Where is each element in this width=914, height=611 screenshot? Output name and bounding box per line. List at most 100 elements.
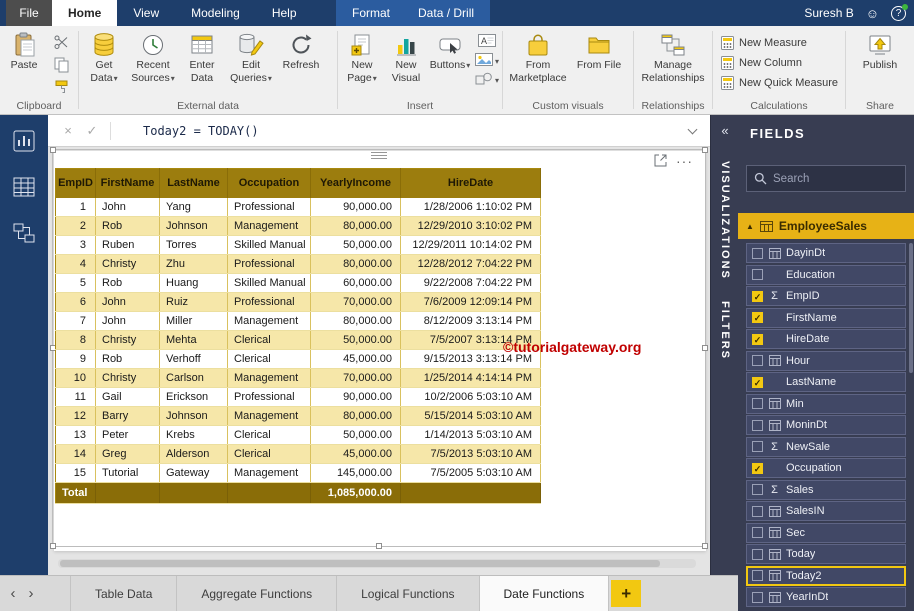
field-checkbox[interactable] [752, 248, 763, 259]
field-checkbox[interactable]: ✓ [752, 312, 763, 323]
field-item-today[interactable]: Today [746, 544, 906, 564]
user-name[interactable]: Suresh B [804, 6, 853, 20]
table-row[interactable]: 15TutorialGatewayManagement145,000.007/5… [56, 464, 541, 483]
table-row[interactable]: 2RobJohnsonManagement80,000.0012/29/2010… [56, 217, 541, 236]
tab-format[interactable]: Format [352, 6, 390, 20]
table-row[interactable]: 9RobVerhoffClerical45,000.009/15/2013 3:… [56, 350, 541, 369]
tab-view[interactable]: View [117, 0, 175, 26]
table-row[interactable]: 13PeterKrebsClerical50,000.001/14/2013 5… [56, 426, 541, 445]
scrollbar-thumb[interactable] [60, 560, 660, 567]
table-row[interactable]: 12BarryJohnsonManagement80,000.005/15/20… [56, 407, 541, 426]
text-box-button[interactable]: A [474, 33, 500, 48]
publish-button[interactable]: Publish [852, 26, 908, 72]
image-button[interactable] [474, 52, 500, 67]
expand-formula-chevron-icon[interactable] [688, 125, 698, 135]
page-tab-logical-functions[interactable]: Logical Functions [337, 576, 479, 611]
field-checkbox[interactable] [752, 420, 763, 431]
cut-button[interactable] [52, 33, 70, 50]
field-item-lastname[interactable]: ✓LastName [746, 372, 906, 392]
field-item-newsale[interactable]: ΣNewSale [746, 437, 906, 457]
field-item-firstname[interactable]: ✓FirstName [746, 308, 906, 328]
more-options-icon[interactable] [676, 156, 693, 166]
fields-table-employeesales[interactable]: ▲ EmployeeSales [738, 213, 914, 239]
field-checkbox[interactable]: ✓ [752, 334, 763, 345]
edit-queries-button[interactable]: Edit Queries [225, 26, 277, 84]
table-row[interactable]: 8ChristyMehtaClerical50,000.007/5/2007 3… [56, 331, 541, 350]
field-item-sales[interactable]: ΣSales [746, 480, 906, 500]
column-header[interactable]: Occupation [228, 169, 311, 198]
column-header[interactable]: EmpID [56, 169, 96, 198]
field-item-occupation[interactable]: ✓Occupation [746, 458, 906, 478]
field-item-hiredate[interactable]: ✓HireDate [746, 329, 906, 349]
field-checkbox[interactable] [752, 269, 763, 280]
commit-formula-icon[interactable]: ✓ [80, 123, 104, 139]
field-checkbox[interactable]: ✓ [752, 291, 763, 302]
table-visual[interactable]: EmpIDFirstNameLastNameOccupationYearlyIn… [55, 168, 541, 504]
recent-sources-button[interactable]: Recent Sources [127, 26, 179, 84]
next-page-arrow-icon[interactable]: › [22, 585, 40, 602]
field-checkbox[interactable] [752, 441, 763, 452]
field-checkbox[interactable] [752, 506, 763, 517]
tab-data-drill[interactable]: Data / Drill [418, 6, 474, 20]
field-checkbox[interactable]: ✓ [752, 463, 763, 474]
field-checkbox[interactable] [752, 527, 763, 538]
prev-page-arrow-icon[interactable]: ‹ [4, 585, 22, 602]
table-row[interactable]: 14GregAldersonClerical45,000.007/5/2013 … [56, 445, 541, 464]
page-tab-date-functions[interactable]: Date Functions [480, 576, 610, 611]
table-row[interactable]: 6JohnRuizProfessional70,000.007/6/2009 1… [56, 293, 541, 312]
new-page-button[interactable]: New Page [340, 26, 384, 84]
field-item-salesin[interactable]: SalesIN [746, 501, 906, 521]
get-data-button[interactable]: Get Data [81, 26, 127, 84]
horizontal-scrollbar[interactable] [58, 559, 696, 568]
formula-input[interactable]: Today2 = TODAY() [143, 124, 259, 138]
resize-handle[interactable] [702, 543, 708, 549]
shapes-button[interactable] [474, 71, 500, 86]
field-item-empid[interactable]: ✓ΣEmpID [746, 286, 906, 306]
from-file-button[interactable]: From File [571, 26, 627, 72]
field-checkbox[interactable] [752, 570, 763, 581]
field-checkbox[interactable] [752, 484, 763, 495]
new-visual-button[interactable]: New Visual [384, 26, 428, 84]
new-column-button[interactable]: New Column [713, 53, 845, 73]
table-row[interactable]: 11GailEricksonProfessional90,000.0010/2/… [56, 388, 541, 407]
new-page-tab-button[interactable]: + [611, 580, 641, 607]
format-painter-button[interactable] [52, 79, 70, 96]
field-item-min[interactable]: Min [746, 394, 906, 414]
data-view-button[interactable] [10, 173, 38, 201]
table-row[interactable]: 3RubenTorresSkilled Manual50,000.0012/29… [56, 236, 541, 255]
field-checkbox[interactable] [752, 549, 763, 560]
new-measure-button[interactable]: New Measure [713, 33, 845, 53]
resize-handle[interactable] [50, 147, 56, 153]
collapse-triangle-icon[interactable]: ▲ [746, 222, 754, 231]
drag-handle-icon[interactable] [371, 152, 387, 160]
report-canvas[interactable]: EmpIDFirstNameLastNameOccupationYearlyIn… [48, 147, 710, 575]
table-row[interactable]: 4ChristyZhuProfessional80,000.0012/28/20… [56, 255, 541, 274]
table-row[interactable]: 7JohnMillerManagement80,000.008/12/2009 … [56, 312, 541, 331]
enter-data-button[interactable]: Enter Data [179, 26, 225, 84]
field-checkbox[interactable] [752, 592, 763, 603]
visualizations-panel-header[interactable]: VISUALIZATIONS [719, 161, 731, 280]
page-tab-aggregate-functions[interactable]: Aggregate Functions [177, 576, 337, 611]
fields-scrollbar[interactable] [909, 243, 913, 603]
tab-home[interactable]: Home [52, 0, 117, 26]
resize-handle[interactable] [376, 543, 382, 549]
smiley-icon[interactable]: ☺ [866, 7, 879, 20]
field-item-education[interactable]: Education [746, 265, 906, 285]
field-item-yearindt[interactable]: YearInDt [746, 587, 906, 607]
copy-button[interactable] [52, 56, 70, 73]
column-header[interactable]: FirstName [96, 169, 160, 198]
resize-handle[interactable] [50, 543, 56, 549]
table-row[interactable]: 10ChristyCarlsonManagement70,000.001/25/… [56, 369, 541, 388]
search-input[interactable] [773, 173, 898, 185]
new-quick-measure-button[interactable]: New Quick Measure [713, 73, 845, 93]
resize-handle[interactable] [702, 147, 708, 153]
formula-bar[interactable]: × ✓ Today2 = TODAY() [48, 115, 710, 147]
field-item-dayindt[interactable]: DayinDt [746, 243, 906, 263]
manage-relationships-button[interactable]: Manage Relationships [638, 26, 708, 84]
field-item-monindt[interactable]: MoninDt [746, 415, 906, 435]
collapse-chevron-icon[interactable]: « [711, 123, 739, 138]
from-marketplace-button[interactable]: From Marketplace [505, 26, 571, 84]
column-header[interactable]: HireDate [401, 169, 541, 198]
column-header[interactable]: LastName [160, 169, 228, 198]
tab-modeling[interactable]: Modeling [175, 0, 256, 26]
